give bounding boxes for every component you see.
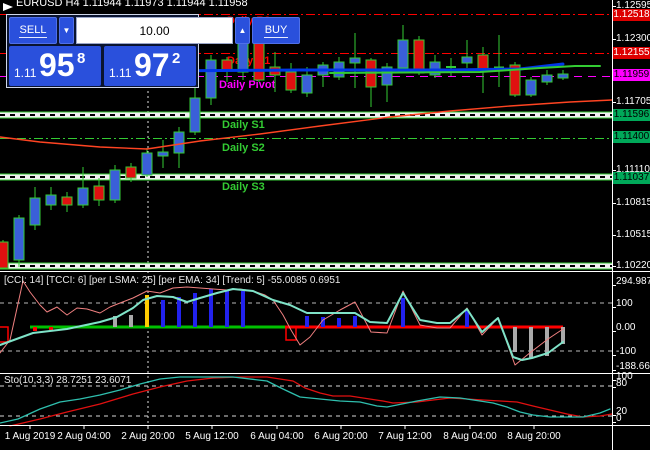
time-axis-label: 8 Aug 20:00	[507, 432, 560, 442]
spin-down-icon: ▼	[62, 26, 72, 36]
buy-price-prefix: 1.11	[109, 66, 131, 80]
price-level-badge: 1.11400	[613, 131, 650, 143]
price-tick-label: 1.12300	[616, 34, 650, 44]
sto-scale-label: 0	[616, 414, 622, 424]
time-axis-label: 5 Aug 12:00	[185, 432, 238, 442]
price-tick-label: 1.11705	[616, 97, 650, 107]
time-axis-label: 2 Aug 04:00	[57, 432, 110, 442]
price-tick-label: 1.10815	[616, 198, 650, 208]
volume-decrease-button[interactable]: ▼	[59, 17, 74, 44]
sell-price-sup: 8	[77, 50, 85, 67]
buy-price-display[interactable]: 1.11 97 2	[104, 46, 196, 86]
sell-price-display[interactable]: 1.11 95 8	[9, 46, 101, 86]
sto-indicator-header: Sto(10,3,3) 28.7251 23.6071	[4, 375, 131, 386]
spin-up-icon: ▲	[238, 26, 248, 36]
time-axis-label: 7 Aug 12:00	[378, 432, 431, 442]
sto-scale-label: 80	[616, 379, 627, 389]
mt4-chart-window: Daily R2Daily R1Daily PivotDaily S2Daily…	[0, 0, 650, 450]
time-axis-label: 6 Aug 20:00	[314, 432, 367, 442]
one-click-trade-panel: SELL ▼ ▲ BUY 1.11 95 8 1.11 97 2	[6, 14, 199, 88]
time-axis-label: 1 Aug 2019	[5, 432, 56, 442]
buy-button[interactable]: BUY	[252, 17, 300, 44]
volume-increase-button[interactable]: ▲	[235, 17, 250, 44]
price-level-badge: 1.11959	[613, 69, 650, 81]
price-level-badge: 1.11037	[613, 172, 650, 184]
sell-price-big: 95	[39, 47, 75, 83]
price-level-badge: 1.12518	[613, 9, 650, 21]
sell-button[interactable]: SELL	[9, 17, 57, 44]
cci-scale-label: -100	[616, 347, 636, 357]
price-tick-label: 1.10515	[616, 230, 650, 240]
cci-indicator-header: [CCI: 14] [TCCI: 6] [per LSMA: 25] [per …	[4, 275, 340, 286]
time-axis-label: 8 Aug 04:00	[443, 432, 496, 442]
cci-scale-label: 100	[616, 299, 633, 309]
time-axis-label: 6 Aug 04:00	[250, 432, 303, 442]
cci-scale-label: 0.00	[616, 323, 635, 333]
cci-scale-label: 294.9879	[616, 277, 650, 287]
price-tick-label: 1.10220	[616, 261, 650, 271]
price-level-badge: 1.11596	[613, 109, 650, 121]
buy-price-sup: 2	[172, 50, 180, 67]
time-axis-label: 2 Aug 20:00	[121, 432, 174, 442]
buy-price-big: 97	[134, 47, 170, 83]
sell-price-prefix: 1.11	[14, 66, 36, 80]
price-level-badge: 1.12155	[613, 47, 650, 59]
volume-input[interactable]	[76, 17, 233, 44]
